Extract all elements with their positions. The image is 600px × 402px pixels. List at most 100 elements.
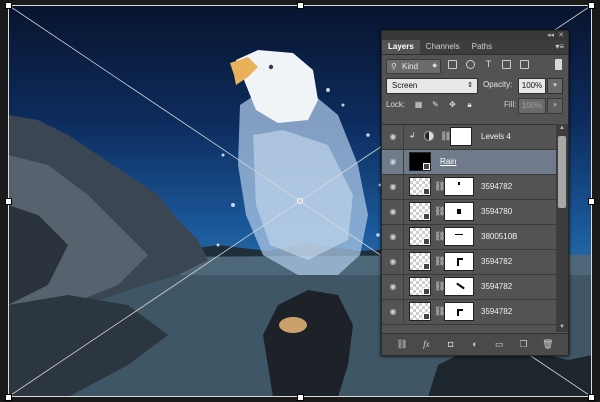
- pixel-filter-icon[interactable]: [448, 60, 457, 69]
- layer-list-scrollbar[interactable]: ▲ ▼: [556, 124, 568, 332]
- eye-icon[interactable]: ◉: [387, 182, 399, 191]
- layer-rain[interactable]: ◉ Rain: [382, 150, 556, 175]
- lock-label: Lock:: [386, 100, 406, 109]
- new-group-folder-icon[interactable]: ▭: [493, 339, 505, 350]
- layer-levels-4[interactable]: ◉ ↲ ⛓ Levels 4: [382, 125, 556, 150]
- panel-tabs: Layers Channels Paths ▾≡: [382, 40, 568, 55]
- shape-filter-icon[interactable]: [502, 60, 511, 69]
- layer-name: 3594782: [481, 257, 513, 266]
- layer-name: 3594780: [481, 207, 513, 216]
- layer-thumbnail[interactable]: [409, 277, 431, 296]
- new-layer-icon[interactable]: ❐: [518, 339, 530, 350]
- transform-handle-top-left[interactable]: [5, 2, 12, 9]
- add-mask-icon[interactable]: ◘: [445, 339, 457, 350]
- smart-object-badge: [423, 263, 430, 270]
- type-filter-icon[interactable]: T: [484, 60, 493, 69]
- collapse-icon[interactable]: ◂◂: [547, 31, 554, 40]
- lock-transparency-icon[interactable]: ▦: [414, 100, 423, 109]
- layer-name-input[interactable]: Rain: [440, 150, 456, 174]
- layer-name: 3594782: [481, 282, 513, 291]
- tab-channels[interactable]: Channels: [420, 40, 466, 54]
- panel-bottom-toolbar: ⛓ fx ◘ ◐ ▭ ❐ 🗑︎: [382, 333, 568, 355]
- layer-mask-thumbnail[interactable]: [444, 277, 474, 296]
- layer-name: 3594782: [481, 307, 513, 316]
- layer-3800510b[interactable]: ◉ ⛓ 3800510B: [382, 225, 556, 250]
- layer-thumbnail[interactable]: [409, 227, 431, 246]
- adjustment-filter-icon[interactable]: [466, 60, 475, 69]
- scroll-down-icon[interactable]: ▼: [556, 323, 568, 332]
- fx-icon[interactable]: fx: [420, 339, 432, 350]
- transform-handle-right[interactable]: [588, 198, 595, 205]
- link-layers-icon[interactable]: ⛓: [396, 339, 408, 350]
- layer-mask-thumbnail[interactable]: [444, 252, 474, 271]
- layer-name: 3800510B: [481, 232, 518, 241]
- tab-paths[interactable]: Paths: [466, 40, 498, 54]
- eye-icon[interactable]: ◉: [387, 257, 399, 266]
- filter-toggle[interactable]: [555, 59, 562, 70]
- transform-handle-bottom-right[interactable]: [588, 394, 595, 401]
- panel-title-bar[interactable]: ◂◂ ✕: [382, 31, 568, 40]
- updown-arrow-icon: ⇕: [467, 82, 473, 89]
- trash-icon[interactable]: 🗑︎: [542, 339, 554, 350]
- eye-icon[interactable]: ◉: [387, 132, 399, 141]
- blend-mode-value: Screen: [392, 81, 418, 90]
- filter-kind-select[interactable]: ⚲ Kind ◆: [386, 59, 441, 74]
- eye-icon[interactable]: ◉: [387, 282, 399, 291]
- transform-handle-left[interactable]: [5, 198, 12, 205]
- new-adjustment-icon[interactable]: ◐: [469, 339, 481, 350]
- opacity-label: Opacity:: [483, 80, 513, 89]
- transform-handle-bottom-left[interactable]: [5, 394, 12, 401]
- layer-name: 3594782: [481, 182, 513, 191]
- layer-3594782-d[interactable]: ◉ ⛓ 3594782: [382, 300, 556, 325]
- eye-icon[interactable]: ◉: [387, 157, 399, 166]
- smart-object-badge: [423, 163, 430, 170]
- tab-layers[interactable]: Layers: [382, 40, 420, 54]
- close-icon[interactable]: ✕: [558, 31, 564, 40]
- layers-panel: ◂◂ ✕ Layers Channels Paths ▾≡ ⚲ Kind ◆ T…: [381, 30, 569, 356]
- layer-3594782-a[interactable]: ◉ ⛓ 3594782: [382, 175, 556, 200]
- eye-icon[interactable]: ◉: [387, 207, 399, 216]
- lock-image-icon[interactable]: ✎: [431, 100, 440, 109]
- opacity-input[interactable]: 100%: [518, 78, 546, 94]
- layer-3594780[interactable]: ◉ ⛓ 3594780: [382, 200, 556, 225]
- eye-icon[interactable]: ◉: [387, 307, 399, 316]
- fill-label: Fill:: [504, 100, 517, 109]
- opacity-dropdown-icon[interactable]: ▾: [547, 78, 563, 94]
- layer-thumbnail[interactable]: [409, 152, 431, 171]
- search-icon: ⚲: [391, 62, 397, 71]
- eye-icon[interactable]: ◉: [387, 232, 399, 241]
- layer-3594782-b[interactable]: ◉ ⛓ 3594782: [382, 250, 556, 275]
- smart-object-badge: [423, 188, 430, 195]
- lock-position-icon[interactable]: ✥: [448, 100, 457, 109]
- layer-mask-thumbnail[interactable]: [444, 227, 474, 246]
- blend-mode-select[interactable]: Screen ⇕: [386, 78, 478, 94]
- scroll-thumb[interactable]: [558, 136, 566, 208]
- layer-mask-thumbnail[interactable]: [444, 202, 474, 221]
- layer-name: Levels 4: [481, 132, 511, 141]
- filter-row: ⚲ Kind ◆ T: [382, 55, 568, 75]
- transform-handle-top-right[interactable]: [588, 2, 595, 9]
- layer-thumbnail[interactable]: [409, 202, 431, 221]
- lock-all-icon[interactable]: 🔒︎: [465, 100, 474, 109]
- layer-list[interactable]: ◉ ↲ ⛓ Levels 4 ◉ Rain ◉ ⛓ 3594782 ◉ ⛓ 35…: [382, 124, 556, 333]
- layer-mask-thumbnail[interactable]: [444, 302, 474, 321]
- layer-mask-thumbnail[interactable]: [450, 127, 472, 146]
- dropdown-icon: ◆: [432, 63, 437, 69]
- transform-handle-bottom[interactable]: [297, 394, 304, 401]
- panel-menu-icon[interactable]: ▾≡: [555, 40, 564, 54]
- layer-thumbnail[interactable]: [409, 252, 431, 271]
- scroll-up-icon[interactable]: ▲: [556, 124, 568, 133]
- layer-thumbnail[interactable]: [409, 177, 431, 196]
- smart-object-filter-icon[interactable]: [520, 60, 529, 69]
- smart-object-badge: [423, 313, 430, 320]
- clipping-arrow-icon: ↲: [409, 131, 416, 140]
- smart-object-badge: [423, 288, 430, 295]
- layer-3594782-c[interactable]: ◉ ⛓ 3594782: [382, 275, 556, 300]
- fill-input[interactable]: 100%: [518, 98, 546, 114]
- lock-row: Lock: ▦ ✎ ✥ 🔒︎ Fill: 100% ▾: [382, 95, 568, 115]
- smart-object-badge: [423, 238, 430, 245]
- layer-thumbnail[interactable]: [409, 302, 431, 321]
- layer-mask-thumbnail[interactable]: [444, 177, 474, 196]
- fill-dropdown-icon[interactable]: ▾: [547, 98, 563, 114]
- transform-handle-top[interactable]: [297, 2, 304, 9]
